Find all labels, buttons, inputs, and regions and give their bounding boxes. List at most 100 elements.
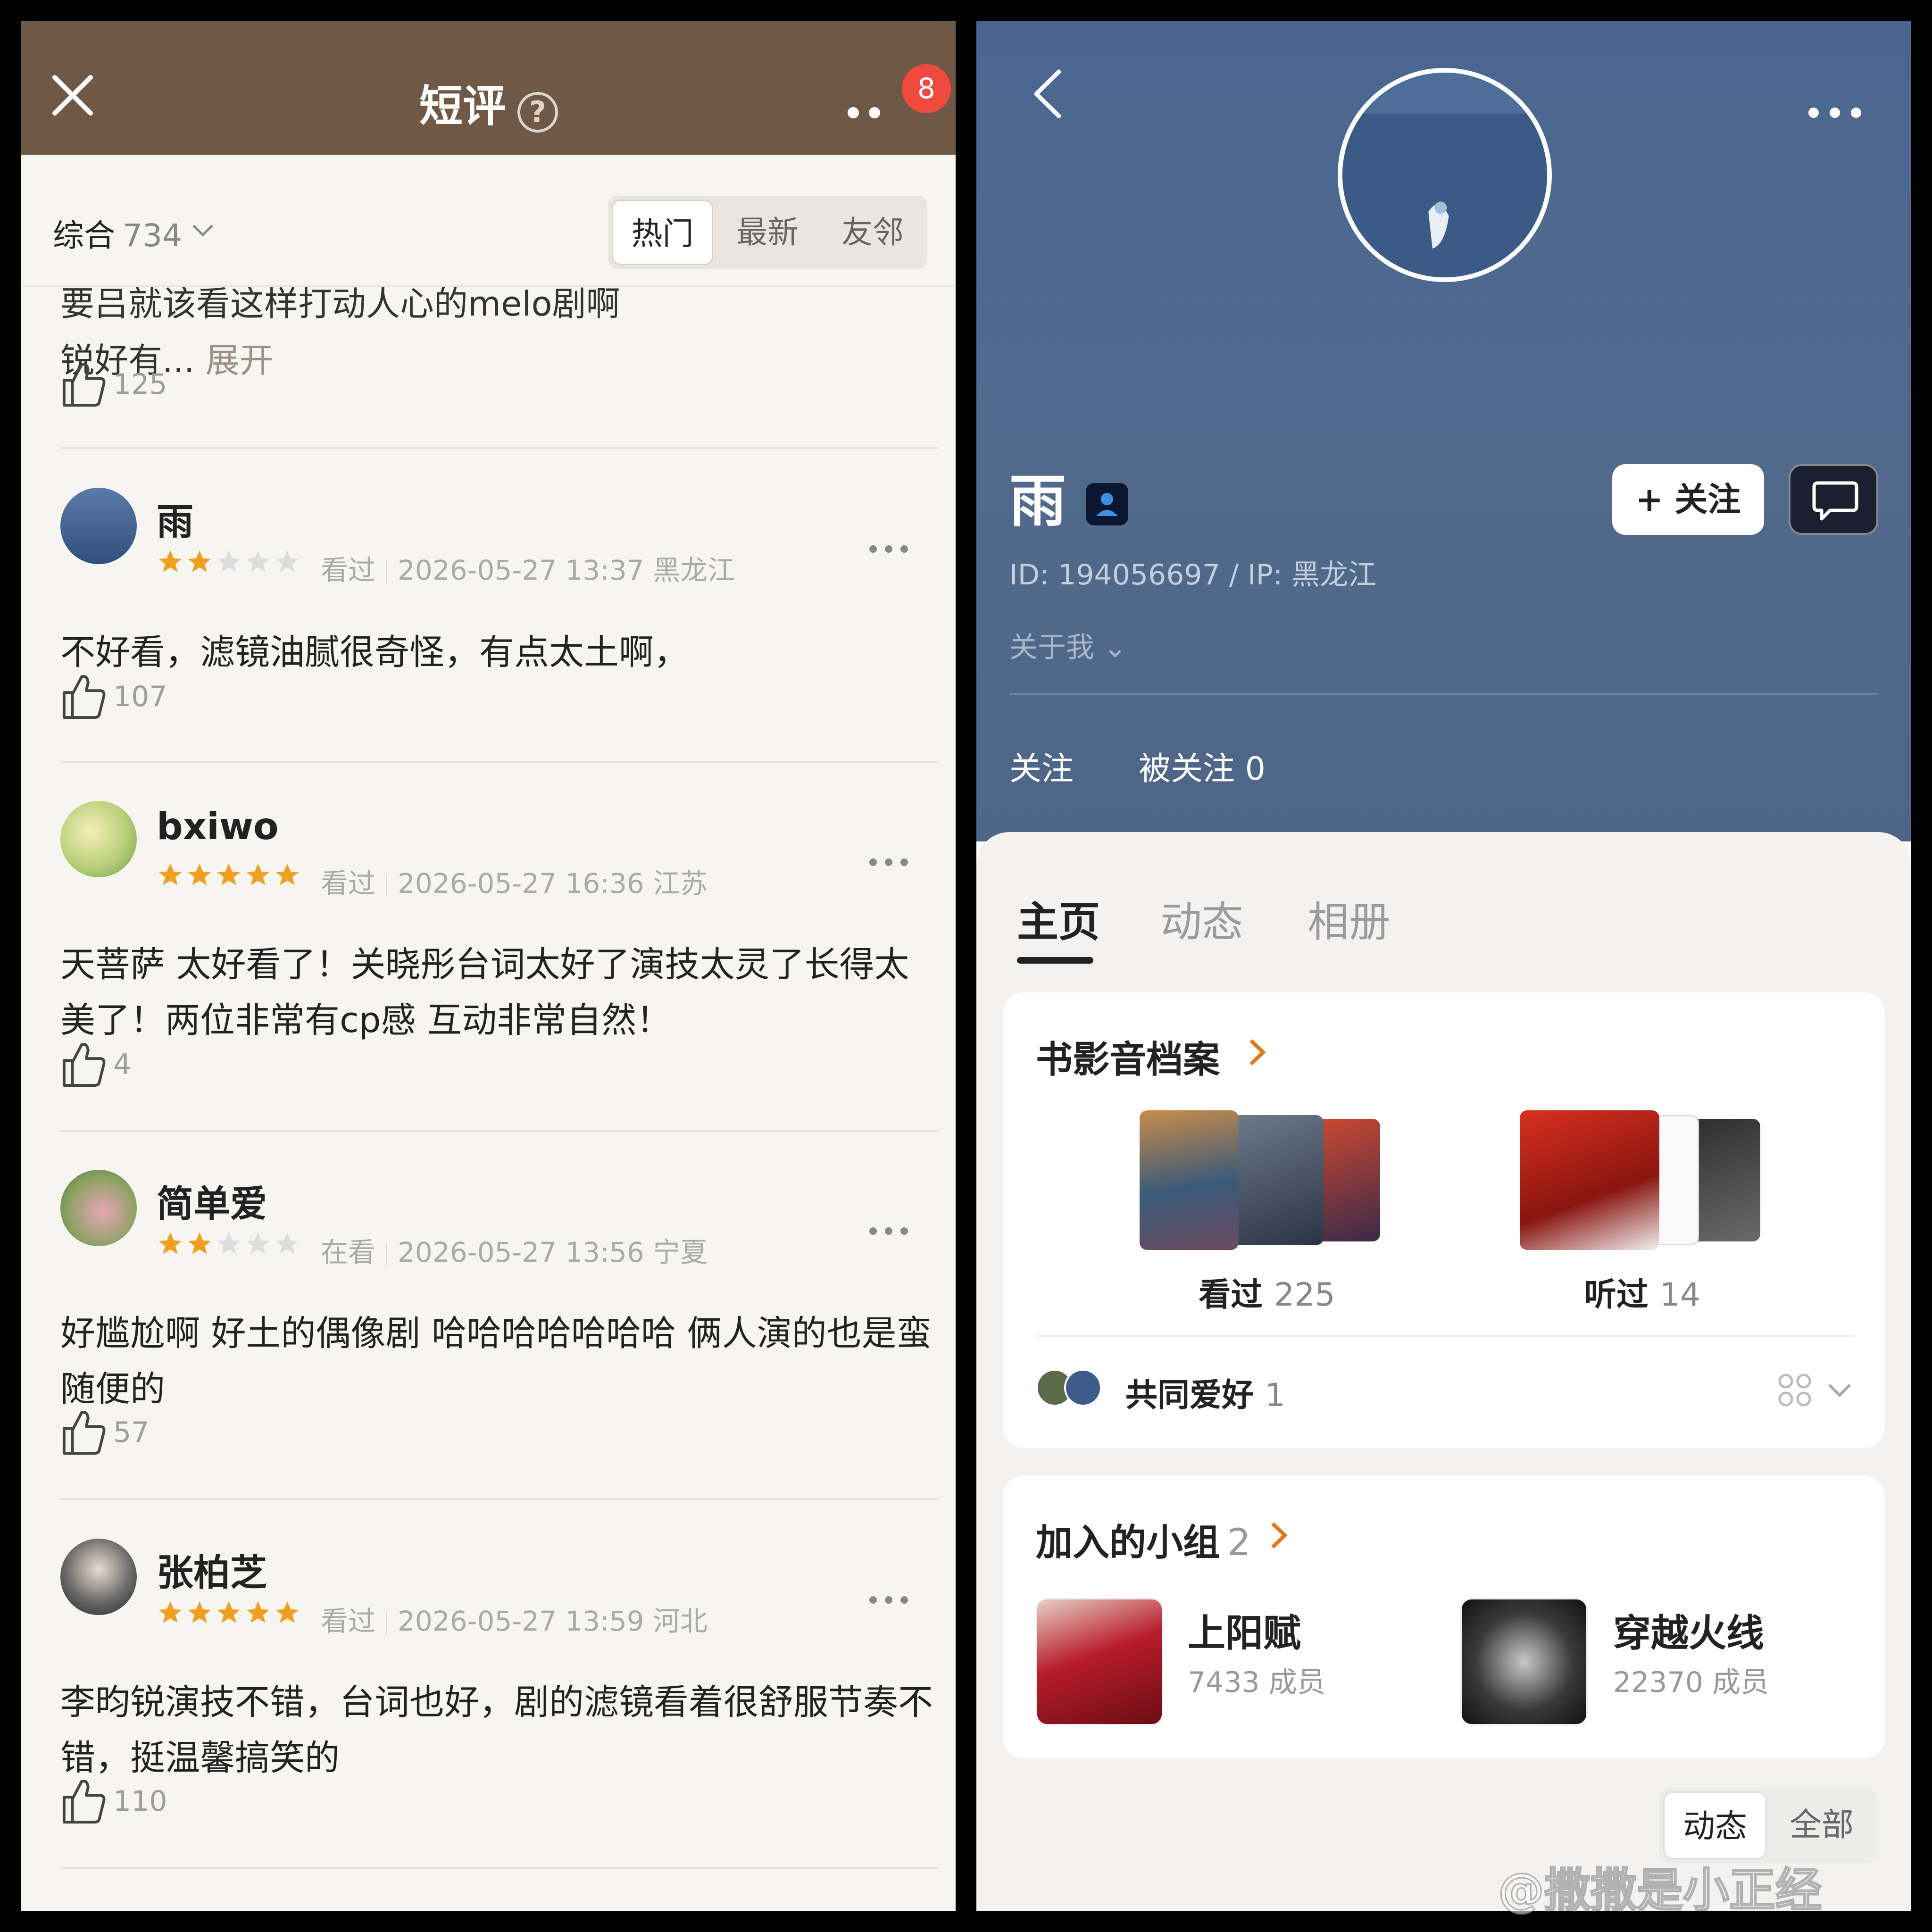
divider: [60, 1130, 938, 1132]
watched-stack[interactable]: [1140, 1110, 1385, 1252]
review-header: 短评 ? 8: [21, 21, 956, 155]
like-count: 125: [113, 368, 167, 401]
chevron-right-icon[interactable]: [1245, 1036, 1269, 1069]
reviewer-name[interactable]: 张柏芝: [157, 1543, 267, 1596]
more-icon[interactable]: [867, 857, 910, 868]
follow-button[interactable]: + 关注: [1612, 464, 1764, 535]
page-title: 短评: [419, 81, 507, 132]
more-icon[interactable]: [1807, 106, 1863, 120]
review-meta: 看过 2026-05-27 13:59 河北: [321, 1605, 708, 1637]
tab-indicator: [1017, 957, 1093, 964]
archive-card: 书影音档案 看过 225 听过 14 共同爱好 1: [1003, 992, 1885, 1448]
sort-dropdown[interactable]: 综合 734: [53, 210, 182, 256]
listened-label[interactable]: 听过 14: [1524, 1268, 1760, 1315]
like-count: 110: [113, 1785, 167, 1818]
tab-latest[interactable]: 最新: [718, 200, 817, 265]
star-icon: [275, 1232, 299, 1254]
star-icon: [246, 1601, 270, 1623]
like-icon[interactable]: [60, 1776, 107, 1825]
chevron-down-icon[interactable]: [189, 216, 217, 244]
chevron-down-icon[interactable]: [1826, 1379, 1853, 1401]
divider: [60, 447, 938, 449]
profile-id-ip: ID: 194056697 / IP: 黑龙江: [1009, 558, 1377, 591]
star-icon: [158, 1601, 182, 1623]
profile-avatar[interactable]: [1338, 68, 1552, 282]
grid-icon[interactable]: [1777, 1373, 1812, 1407]
tab-activity[interactable]: 动态: [1160, 889, 1243, 949]
star-rating: [157, 1599, 303, 1626]
filter-activity[interactable]: 动态: [1663, 1791, 1767, 1859]
poster: [1140, 1110, 1239, 1250]
star-icon: [217, 1601, 241, 1623]
avatar[interactable]: [60, 801, 137, 877]
star-icon: [275, 1601, 299, 1623]
review-text: 好尴尬啊 好土的偶像剧 哈哈哈哈哈哈哈 俩人演的也是蛮随便的: [60, 1313, 932, 1409]
avatar[interactable]: [60, 488, 137, 564]
profile-name: 雨: [1009, 469, 1066, 534]
chat-icon: [1812, 481, 1858, 521]
more-icon[interactable]: [846, 106, 893, 120]
chevron-down-icon: ⌄: [1103, 631, 1127, 664]
review-text: 不好看，滤镜油腻很奇怪，有点太土啊，: [60, 632, 689, 673]
watched-label[interactable]: 看过 225: [1149, 1268, 1385, 1315]
poster: [1520, 1110, 1659, 1250]
avatar[interactable]: [60, 1170, 137, 1246]
star-icon: [246, 550, 270, 572]
like-icon[interactable]: [60, 1040, 107, 1089]
group-image[interactable]: [1460, 1598, 1588, 1725]
followers-link[interactable]: 被关注 0: [1139, 742, 1266, 789]
star-icon: [217, 1232, 241, 1254]
divider: [60, 761, 938, 763]
reviewer-name[interactable]: 简单爱: [157, 1174, 267, 1227]
review-meta: 在看 2026-05-27 13:56 宁夏: [321, 1236, 708, 1268]
star-icon: [217, 863, 241, 885]
group-name[interactable]: 上阳赋: [1188, 1603, 1301, 1657]
star-icon: [158, 550, 182, 572]
filter-all[interactable]: 全部: [1771, 1791, 1873, 1859]
more-icon[interactable]: [867, 1594, 910, 1606]
avatar[interactable]: [60, 1539, 137, 1615]
tab-home[interactable]: 主页: [1017, 889, 1100, 949]
back-icon[interactable]: [1031, 68, 1064, 120]
like-icon[interactable]: [60, 359, 107, 408]
archive-title[interactable]: 书影音档案: [1036, 1030, 1220, 1083]
following-link[interactable]: 关注: [1009, 742, 1074, 789]
star-icon: [188, 863, 211, 885]
avatar: [1064, 1369, 1102, 1407]
sort-bar: 综合 734 热门 最新 友邻: [21, 155, 956, 287]
expand-link[interactable]: 展开: [206, 341, 274, 380]
tab-friends[interactable]: 友邻: [822, 200, 924, 265]
about-me-toggle[interactable]: 关于我 ⌄: [1009, 625, 1127, 666]
like-icon[interactable]: [60, 1407, 107, 1457]
like-count: 4: [113, 1048, 132, 1081]
more-icon[interactable]: [867, 1225, 910, 1237]
reviewer-name[interactable]: bxiwo: [157, 806, 279, 848]
feed-filter: 动态 全部: [1659, 1788, 1876, 1863]
sort-segment-control: 热门 最新 友邻: [608, 196, 927, 269]
divider: [1036, 1335, 1855, 1337]
star-icon: [158, 863, 182, 885]
close-icon[interactable]: [49, 72, 96, 119]
like-icon[interactable]: [60, 672, 107, 721]
message-button[interactable]: [1789, 464, 1878, 535]
listened-stack[interactable]: [1520, 1110, 1765, 1252]
review-meta: 看过 2026-05-27 16:36 江苏: [321, 867, 708, 899]
group-name[interactable]: 穿越火线: [1613, 1603, 1764, 1657]
avatar-image: [1342, 73, 1547, 277]
star-icon: [158, 1232, 182, 1254]
chevron-right-icon[interactable]: [1267, 1519, 1291, 1552]
like-count: 57: [113, 1416, 150, 1449]
help-icon[interactable]: ?: [517, 92, 558, 133]
group-members: 22370 成员: [1613, 1666, 1769, 1699]
tab-hot[interactable]: 热门: [612, 200, 713, 265]
star-icon: [188, 1232, 211, 1254]
star-rating: [157, 1230, 303, 1257]
more-icon[interactable]: [867, 543, 910, 555]
star-rating: [157, 548, 303, 575]
shared-interests[interactable]: 共同爱好 1: [1125, 1369, 1285, 1416]
groups-title[interactable]: 加入的小组 2: [1036, 1513, 1251, 1566]
tab-album[interactable]: 相册: [1307, 889, 1391, 949]
group-members: 7433 成员: [1188, 1666, 1325, 1699]
group-image[interactable]: [1036, 1598, 1163, 1725]
reviewer-name[interactable]: 雨: [157, 492, 193, 545]
